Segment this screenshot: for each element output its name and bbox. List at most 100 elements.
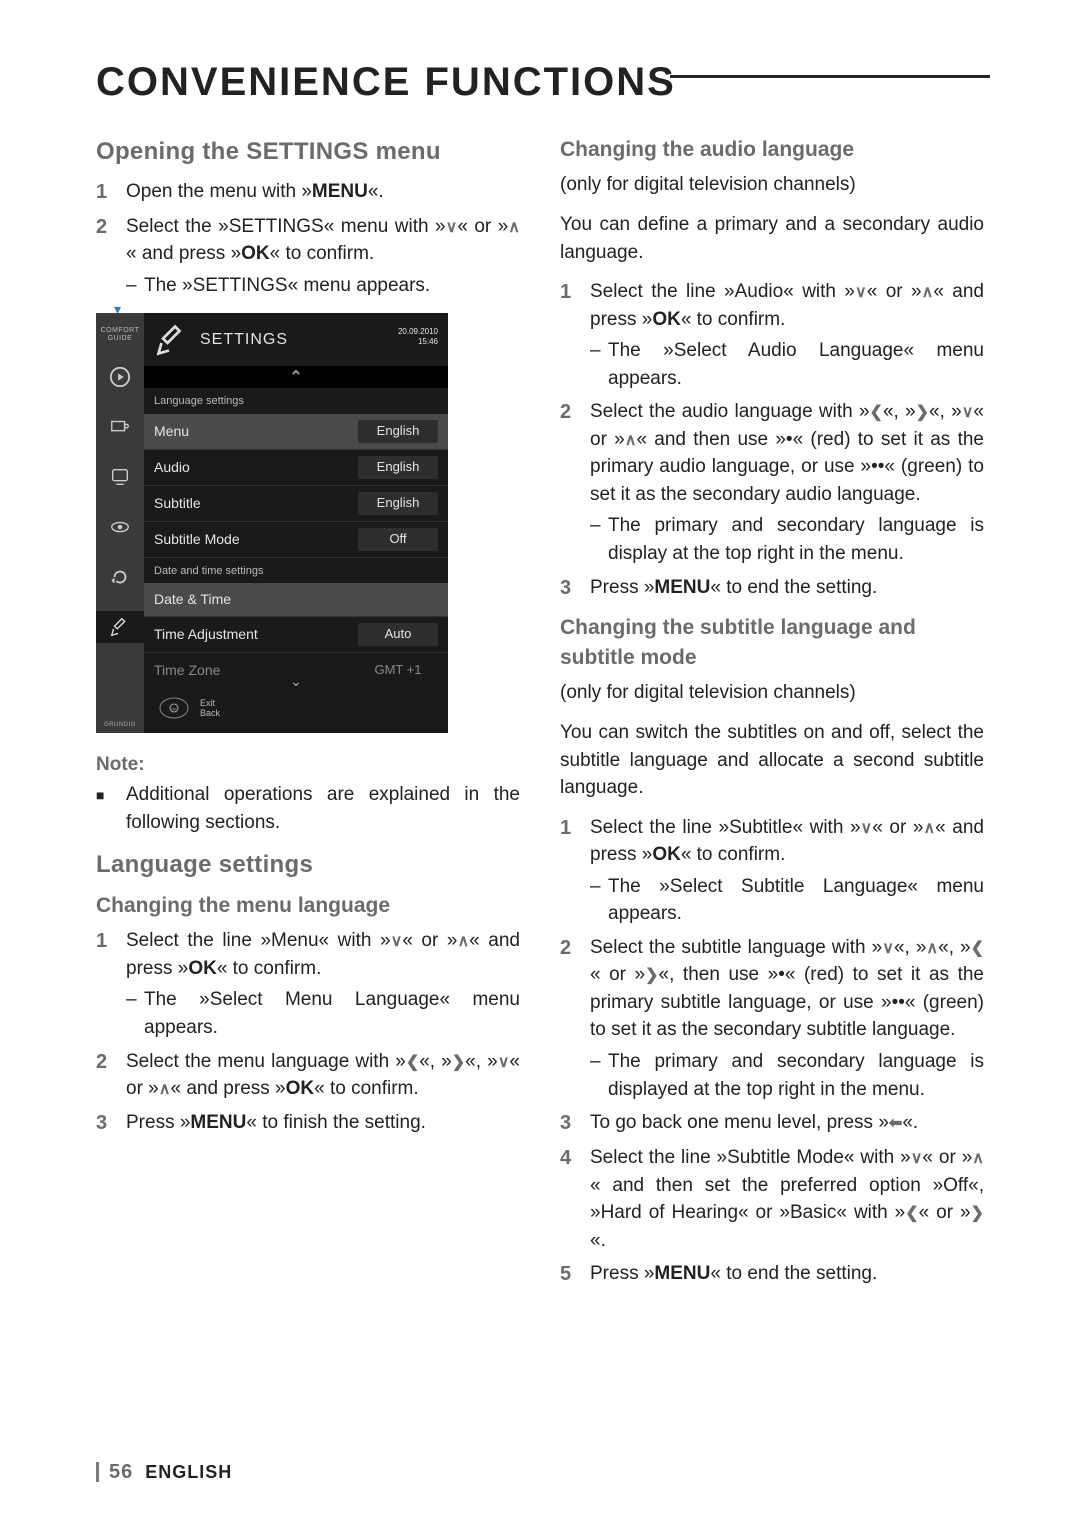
up-icon: ∧	[972, 1147, 984, 1170]
osd-row-audio: AudioEnglish	[144, 450, 448, 486]
osd-screenshot: ▾ COMFORTGUIDE GRUNDIG SETTINGS 20.09.2	[96, 313, 448, 733]
ok-ring-icon: OK	[154, 693, 194, 723]
step-text: Select the subtitle language with »∨«, »…	[590, 934, 984, 1103]
osd-row-datetime: Date & Time	[144, 583, 448, 616]
step-number: 2	[96, 1048, 126, 1103]
down-icon: ∨	[861, 817, 873, 840]
down-icon: ∨	[391, 930, 403, 953]
osd-section-label: Language settings	[144, 388, 448, 414]
sub-note: The »Select Menu Language« menu appears.	[126, 986, 520, 1041]
play-icon	[104, 361, 136, 393]
up-icon: ∧	[923, 817, 935, 840]
osd-sidebar: COMFORTGUIDE GRUNDIG	[96, 313, 144, 733]
step-text: Select the audio language with »❮«, »❯«,…	[590, 398, 984, 567]
step-number: 5	[560, 1260, 590, 1289]
up-icon: ∧	[457, 930, 469, 953]
osd-row-subtitle: SubtitleEnglish	[144, 486, 448, 522]
left-icon: ❮	[870, 401, 883, 424]
step-text: Select the »SETTINGS« menu with »∨« or »…	[126, 213, 520, 300]
left-icon: ❮	[406, 1051, 419, 1074]
step-text: Press »MENU« to end the setting.	[590, 1260, 984, 1289]
step-text: Open the menu with »MENU«.	[126, 178, 520, 207]
step-number: 1	[560, 278, 590, 392]
left-icon: ❮	[905, 1202, 918, 1225]
step-number: 2	[96, 213, 126, 300]
up-icon: ∧	[508, 216, 520, 239]
footer-lang: ENGLISH	[145, 1462, 232, 1482]
picture-icon	[104, 411, 136, 443]
step-text: Select the line »Subtitle Mode« with »∨«…	[590, 1144, 984, 1254]
grundig-label: GRUNDIG	[104, 721, 136, 730]
page-number: 56	[109, 1461, 133, 1483]
osd-row-time-adjust: Time AdjustmentAuto	[144, 617, 448, 653]
up-icon: ∧	[926, 937, 938, 960]
down-icon: ∨	[911, 1147, 923, 1170]
up-icon: ∧	[159, 1078, 171, 1101]
svg-text:OK: OK	[171, 707, 177, 712]
step-text: Press »MENU« to finish the setting.	[126, 1109, 520, 1138]
heading-menu-language: Changing the menu language	[96, 891, 520, 921]
sub-note: The primary and secondary language is di…	[590, 1048, 984, 1103]
step-number: 3	[560, 1109, 590, 1138]
osd-row-subtitle-mode: Subtitle ModeOff	[144, 522, 448, 558]
note-body: ■ Additional operations are explained in…	[96, 781, 520, 836]
sub-note: The primary and secondary language is di…	[590, 512, 984, 567]
down-icon: ∨	[446, 216, 458, 239]
step-text: Press »MENU« to end the setting.	[590, 574, 984, 603]
sub-note: The »SETTINGS« menu appears.	[126, 272, 520, 300]
osd-title: SETTINGS	[200, 328, 288, 351]
subnote: (only for digital television channels)	[560, 171, 984, 199]
step-number: 1	[96, 927, 126, 1041]
right-column: Changing the audio language (only for di…	[560, 135, 984, 1295]
osd-section-label: Date and time settings	[144, 558, 448, 584]
heading-language-settings: Language settings	[96, 848, 520, 883]
bullet-icon: ■	[96, 781, 126, 836]
step-number: 2	[560, 934, 590, 1103]
page-footer: 56 ENGLISH	[96, 1461, 232, 1484]
intro-text: You can define a primary and a secondary…	[560, 211, 984, 266]
wrench-icon	[154, 322, 190, 358]
down-icon: ∨	[855, 281, 867, 304]
settings-icon	[96, 611, 144, 643]
up-icon: ∧	[625, 429, 637, 452]
osd-row-menu: MenuEnglish	[144, 414, 448, 450]
right-icon: ❯	[916, 401, 929, 424]
sub-note: The »Select Subtitle Language« menu appe…	[590, 873, 984, 928]
intro-text: You can switch the subtitles on and off,…	[560, 719, 984, 802]
heading-audio-language: Changing the audio language	[560, 135, 984, 165]
step-number: 3	[560, 574, 590, 603]
left-icon: ❮	[971, 937, 984, 960]
back-icon: ⬅	[889, 1112, 902, 1135]
step-number: 3	[96, 1109, 126, 1138]
left-column: Opening the SETTINGS menu 1 Open the men…	[96, 135, 520, 1295]
osd-header: SETTINGS 20.09.201015:46	[144, 313, 448, 366]
step-text: Select the line »Audio« with »∨« or »∧« …	[590, 278, 984, 392]
step-text: Select the line »Menu« with »∨« or »∧« a…	[126, 927, 520, 1041]
step-number: 2	[560, 398, 590, 567]
reset-icon	[104, 561, 136, 593]
osd-tab-top: ⌃	[144, 366, 448, 388]
sub-note: The »Select Audio Language« menu appears…	[590, 337, 984, 392]
eye-icon	[104, 511, 136, 543]
right-icon: ❯	[645, 964, 658, 987]
step-text: Select the line »Subtitle« with »∨« or »…	[590, 814, 984, 928]
down-icon: ∨	[962, 401, 974, 424]
subnote: (only for digital television channels)	[560, 679, 984, 707]
note-label: Note:	[96, 751, 520, 779]
right-icon: ❯	[971, 1202, 984, 1225]
right-icon: ❯	[452, 1051, 465, 1074]
heading-subtitle-language: Changing the subtitle language and subti…	[560, 613, 984, 674]
down-icon: ∨	[498, 1051, 510, 1074]
page-title: CONVENIENCE FUNCTIONS	[96, 60, 984, 105]
up-icon: ∧	[922, 281, 934, 304]
step-number: 1	[560, 814, 590, 928]
heading-opening-settings: Opening the SETTINGS menu	[96, 135, 520, 170]
osd-timestamp: 20.09.201015:46	[398, 327, 438, 346]
source-icon	[104, 461, 136, 493]
brand-label: COMFORTGUIDE	[101, 327, 140, 342]
step-number: 4	[560, 1144, 590, 1254]
down-icon: ∨	[882, 937, 894, 960]
step-text: Select the menu language with »❮«, »❯«, …	[126, 1048, 520, 1103]
osd-footer: OK ExitBack	[144, 687, 448, 733]
step-number: 1	[96, 178, 126, 207]
